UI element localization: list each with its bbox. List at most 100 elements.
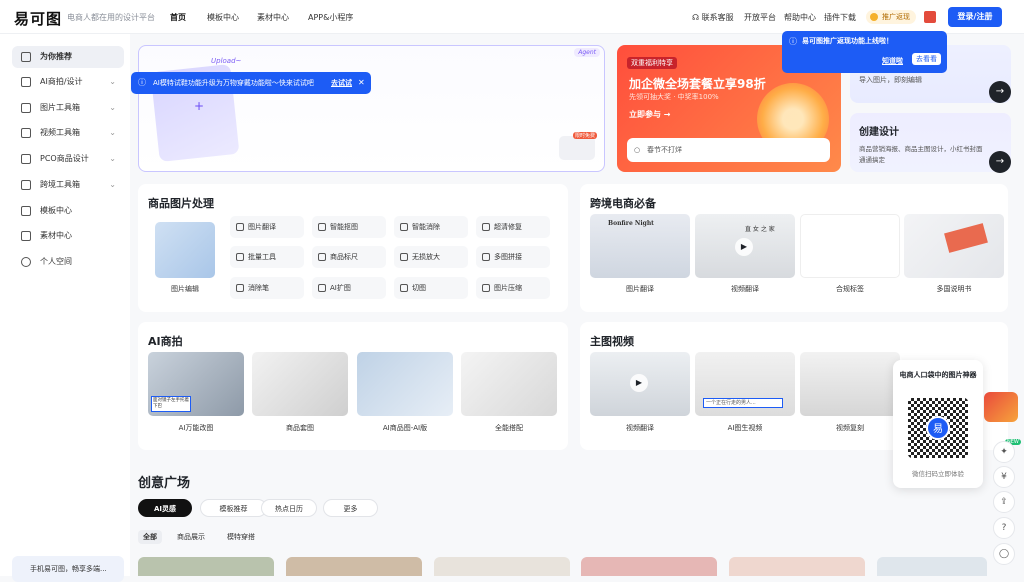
image-edit-thumb[interactable]: [155, 222, 215, 278]
brand-logo[interactable]: 易可图: [14, 8, 62, 29]
gift-icon[interactable]: [924, 11, 936, 23]
nav-templates[interactable]: 模板中心: [207, 12, 239, 23]
creative-item[interactable]: [877, 557, 987, 576]
notice-popup: ⓘ 易可图推广返现功能上线啦！ 知道啦 去看看: [782, 31, 947, 73]
headset-icon: ☊: [692, 13, 700, 22]
chip-more[interactable]: 更多: [323, 499, 378, 517]
ai-shoot-section: AI商拍 面对镜子左手托着下巴 AI万能改图 商品套图 AI商品图-AI版 全能…: [138, 322, 568, 450]
hero-upload-card[interactable]: Agent + Upload~ 限时免费: [138, 45, 605, 172]
ai-shoot-thumb-ai[interactable]: [357, 352, 453, 416]
arrow-right-icon[interactable]: →: [989, 151, 1011, 173]
plus-icon[interactable]: +: [194, 99, 204, 113]
tool-batch[interactable]: 批量工具: [230, 246, 304, 268]
feature-icon[interactable]: ✦: [993, 441, 1015, 463]
creative-item[interactable]: [434, 557, 570, 576]
open-platform-link[interactable]: 开放平台: [744, 12, 776, 23]
ai-shoot-thumb-edit[interactable]: 面对镜子左手托着下巴: [148, 352, 244, 416]
sub-tab-model[interactable]: 模特穿搭: [222, 530, 260, 544]
sidebar-item-image-tools[interactable]: 图片工具箱 ⌄: [12, 97, 124, 119]
sidebar-item-crossborder[interactable]: 跨境工具箱 ⌄: [12, 174, 124, 196]
ai-shoot-thumb-outfit[interactable]: [461, 352, 557, 416]
play-icon[interactable]: ▶: [735, 238, 753, 256]
main-video-title: 主图视频: [590, 335, 634, 348]
crossborder-thumb-video-translate[interactable]: 直 女 之 家 ▶: [695, 214, 795, 278]
batch-icon: [236, 253, 244, 261]
thumb-text: 一个正在行走的男人...: [703, 398, 783, 408]
sidebar-item-ai-shoot[interactable]: AI商拍/设计 ⌄: [12, 71, 124, 93]
sidebar-item-personal[interactable]: 个人空间: [12, 251, 124, 273]
material-icon: [21, 231, 31, 241]
sidebar-item-pco-design[interactable]: PCO商品设计 ⌄: [12, 148, 124, 170]
compress-icon: [482, 284, 490, 292]
crossborder-label: 多国说明书: [936, 285, 972, 293]
help-center-link[interactable]: 帮助中心: [784, 12, 816, 23]
notice-ok-link[interactable]: 知道啦: [882, 56, 903, 66]
creative-item[interactable]: [138, 557, 274, 576]
tool-erase-brush[interactable]: 消除笔: [230, 277, 304, 299]
banner-tag: 双重福利特享: [627, 57, 677, 69]
tool-image-translate[interactable]: 图片翻译: [230, 216, 304, 238]
free-badge: 限时免费: [573, 132, 598, 139]
product-tools-section: 商品图片处理 图片编辑 图片翻译 智能抠图 智能消除 超清修复 批量工具 商品标…: [138, 184, 568, 312]
login-button[interactable]: 登录/注册: [948, 7, 1002, 27]
chevron-down-icon: ⌄: [109, 77, 116, 86]
tool-ruler[interactable]: 商品标尺: [312, 246, 386, 268]
play-icon[interactable]: ▶: [630, 374, 648, 392]
banner-cta[interactable]: 立即参与 →: [629, 109, 671, 120]
tool-compress[interactable]: 图片压缩: [476, 277, 550, 299]
sidebar-item-materials[interactable]: 素材中心: [12, 225, 124, 247]
sidebar-item-video-tools[interactable]: 视频工具箱 ⌄: [12, 122, 124, 144]
create-design-card[interactable]: 创建设计 商品营销海报、商品主图设计，小红书封面通通搞定 →: [850, 113, 1011, 173]
sub-tab-product[interactable]: 商品展示: [172, 530, 210, 544]
arrow-right-icon: →: [663, 110, 671, 119]
creative-item[interactable]: [729, 557, 865, 576]
zoom-icon: [400, 253, 408, 261]
crossborder-thumb-compliance-label[interactable]: [800, 214, 900, 278]
tool-smart-cutout[interactable]: 智能抠图: [312, 216, 386, 238]
nav-materials[interactable]: 素材中心: [257, 12, 289, 23]
creative-item[interactable]: [286, 557, 422, 576]
banner-search-input[interactable]: ○ 春节不打烊: [627, 138, 830, 162]
chip-ai-inspiration[interactable]: AI灵感: [138, 499, 192, 517]
plugin-download-link[interactable]: 插件下载: [824, 12, 856, 23]
tool-lossless-zoom[interactable]: 无损放大: [394, 246, 468, 268]
creative-item[interactable]: [581, 557, 717, 576]
chat-icon[interactable]: ◯: [993, 543, 1015, 565]
ai-shoot-thumb-set[interactable]: [252, 352, 348, 416]
coin-icon[interactable]: ¥: [993, 466, 1015, 488]
share-icon[interactable]: ⇪: [993, 491, 1015, 513]
nav-home[interactable]: 首页: [170, 12, 186, 23]
chevron-down-icon: ⌄: [109, 154, 116, 163]
tool-slice[interactable]: 切图: [394, 277, 468, 299]
video-icon: [21, 128, 31, 138]
chip-hot-calendar[interactable]: 热点日历: [261, 499, 317, 517]
crossborder-thumb-manual[interactable]: [904, 214, 1004, 278]
tool-ai-expand[interactable]: AI扩图: [312, 277, 386, 299]
hd-icon: [482, 223, 490, 231]
eraser-icon: [400, 223, 408, 231]
tool-collage[interactable]: 多图拼接: [476, 246, 550, 268]
main-video-thumb-image2video[interactable]: 一个正在行走的男人...: [695, 352, 795, 416]
notice-go-button[interactable]: 去看看: [912, 53, 941, 65]
crossborder-thumb-image-translate[interactable]: Bonfire Night: [590, 214, 690, 278]
sidebar-item-templates[interactable]: 模板中心: [12, 200, 124, 222]
collage-icon: [482, 253, 490, 261]
mobile-app-promo[interactable]: 手机易可图，畅享多端...: [12, 556, 124, 582]
help-icon[interactable]: ?: [993, 517, 1015, 539]
sidebar-item-recommend[interactable]: 为你推荐: [12, 46, 124, 68]
close-icon[interactable]: ✕: [358, 72, 365, 94]
tool-hd-repair[interactable]: 超清修复: [476, 216, 550, 238]
gift-box-icon[interactable]: [984, 392, 1018, 422]
promo-rebate-badge[interactable]: 推广返现: [866, 10, 916, 24]
sub-tab-all[interactable]: 全部: [138, 530, 162, 544]
try-now-link[interactable]: 去试试: [331, 72, 352, 94]
ai-icon: [21, 77, 31, 87]
main-video-thumb-replicate[interactable]: [800, 352, 900, 416]
ai-shoot-label: AI商品图-AI版: [382, 424, 428, 432]
chip-template-recommend[interactable]: 模板推荐: [200, 499, 267, 517]
nav-app[interactable]: APP&小程序: [308, 12, 353, 23]
arrow-right-icon[interactable]: →: [989, 81, 1011, 103]
main-video-thumb-translate[interactable]: ▶: [590, 352, 690, 416]
tool-smart-erase[interactable]: 智能消除: [394, 216, 468, 238]
customer-service-link[interactable]: ☊ 联系客服: [692, 12, 734, 23]
